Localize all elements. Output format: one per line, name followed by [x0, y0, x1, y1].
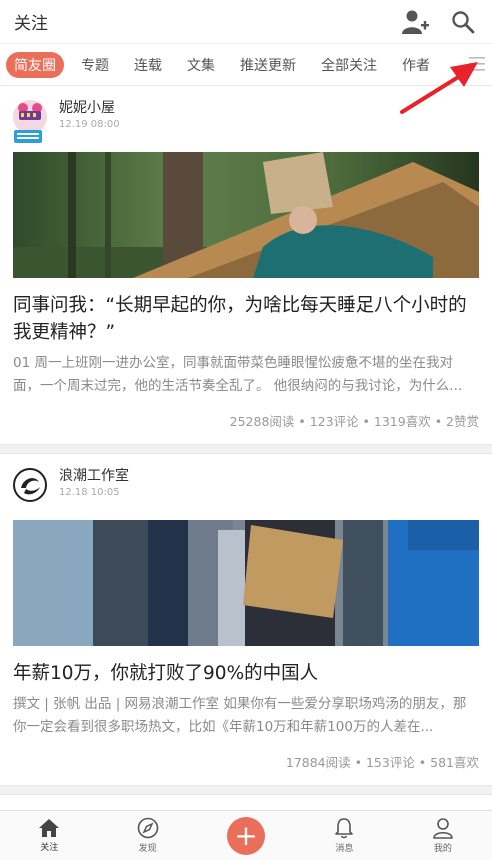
article-title[interactable]: 年薪10万，你就打败了90%的中国人 — [13, 660, 479, 687]
plus-icon: + — [227, 816, 266, 855]
nav-label: 关注 — [40, 843, 59, 853]
top-bar: 关注 — [0, 0, 492, 44]
nav-label: 发现 — [138, 844, 157, 854]
nav-item-messages[interactable]: 消息 — [295, 811, 393, 860]
card-header: 浪潮工作室 12.18 10:05 — [13, 468, 479, 516]
compass-icon — [137, 817, 158, 839]
tab-topics[interactable]: 专题 — [73, 52, 117, 78]
tab-push-updates[interactable]: 推送更新 — [232, 52, 304, 78]
bottom-nav: 关注 发现 + 消息 我的 — [0, 810, 492, 860]
avatar[interactable] — [13, 468, 47, 502]
feed-card[interactable]: 浪潮工作室 12.18 10:05 年薪10万，你就打败了90%的中国人 撰文 … — [0, 454, 492, 785]
article-excerpt: 01 周一上班刚一进办公室，同事就面带菜色睡眼惺忪疲惫不堪的坐在我对面，一个周末… — [13, 355, 463, 394]
nav-item-profile[interactable]: 我的 — [394, 811, 492, 860]
article-stats: 17884阅读 • 153评论 • 581喜欢 — [285, 755, 479, 770]
author-name[interactable]: 妮妮小屋 — [59, 100, 120, 116]
cover-image[interactable] — [13, 152, 479, 278]
article-title[interactable]: 同事问我：“长期早起的你，为啥比每天睡足八个小时的我更精神？” — [13, 292, 479, 346]
wave-logo-icon — [13, 468, 47, 502]
nav-label: 消息 — [335, 844, 354, 854]
divider — [0, 444, 492, 454]
add-user-button[interactable] — [400, 7, 430, 37]
nav-label: 我的 — [433, 844, 452, 854]
cover-image[interactable] — [13, 520, 479, 646]
avatar[interactable] — [13, 100, 47, 143]
annotation-arrow-icon — [400, 62, 478, 114]
search-icon — [452, 10, 475, 33]
user-icon — [433, 818, 453, 839]
post-time: 12.19 08:00 — [59, 119, 120, 130]
tab-all-follows[interactable]: 全部关注 — [313, 52, 385, 78]
add-user-icon — [402, 10, 429, 34]
article-excerpt: 撰文 | 张帆 出品 | 网易浪潮工作室 如果你有一些爱分享职场鸡汤的朋友，那你… — [13, 696, 467, 735]
tab-collections[interactable]: 文集 — [179, 52, 223, 78]
feed-card[interactable]: 妮妮小屋 12.19 08:00 同事问我：“长期早起的你，为啥比每天睡足八个小… — [0, 86, 492, 444]
cover-photo-icon — [13, 152, 479, 278]
post-time: 12.18 10:05 — [59, 487, 120, 498]
nav-item-follow[interactable]: 关注 — [0, 811, 98, 860]
page-title: 关注 — [14, 14, 48, 34]
bell-icon — [335, 818, 354, 839]
tab-serials[interactable]: 连载 — [126, 52, 170, 78]
search-button[interactable] — [448, 7, 478, 37]
tab-friends-circle[interactable]: 简友圈 — [6, 51, 64, 78]
author-name[interactable]: 浪潮工作室 — [59, 468, 129, 484]
avatar-image-icon — [13, 100, 47, 143]
feed-list: 妮妮小屋 12.19 08:00 同事问我：“长期早起的你，为啥比每天睡足八个小… — [0, 86, 492, 812]
cover-photo-icon — [13, 520, 479, 646]
home-icon — [39, 819, 60, 837]
nav-item-write[interactable]: + — [197, 811, 295, 860]
nav-item-discover[interactable]: 发现 — [98, 811, 196, 860]
article-stats: 25288阅读 • 123评论 • 1319喜欢 • 2赞赏 — [229, 414, 479, 429]
divider — [0, 785, 492, 795]
